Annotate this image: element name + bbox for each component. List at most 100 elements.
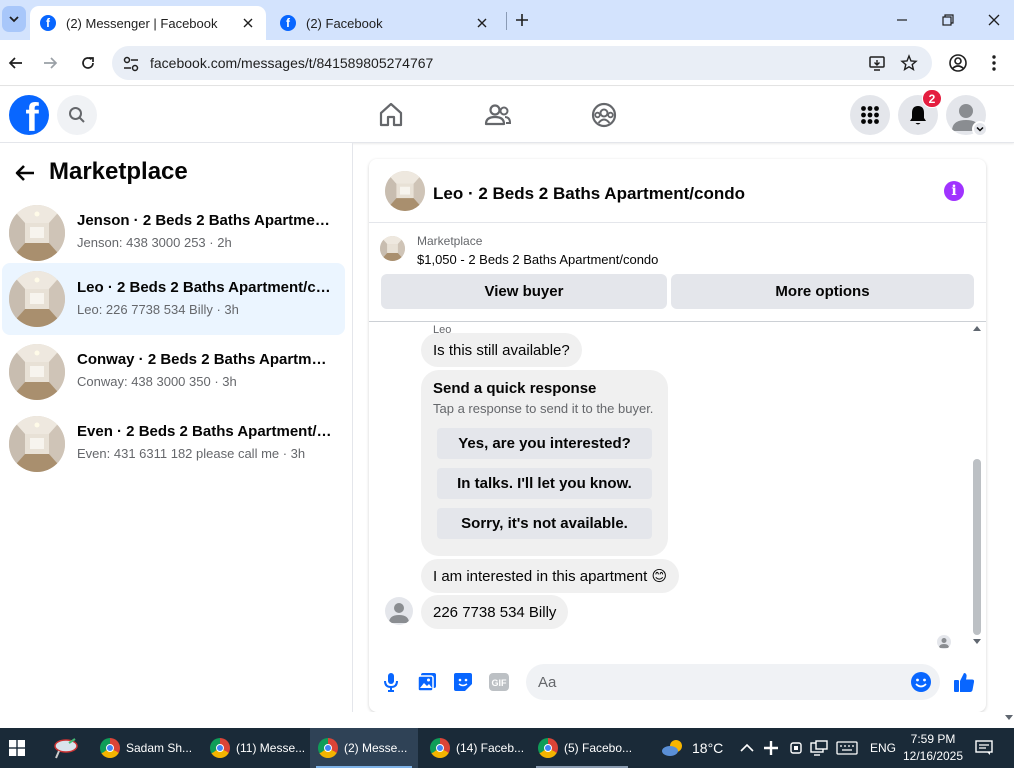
- browser-tab-messenger[interactable]: f (2) Messenger | Facebook: [30, 6, 266, 40]
- quick-response-option[interactable]: Sorry, it's not available.: [437, 508, 652, 539]
- back-arrow-icon[interactable]: [14, 162, 36, 184]
- taskbar-app-chrome[interactable]: (11) Messe...: [202, 728, 308, 768]
- grid-menu-icon: [861, 106, 879, 124]
- page-bottom-gutter: [0, 712, 1014, 728]
- show-hidden-icons-button[interactable]: [740, 728, 754, 768]
- touch-keyboard-icon: [836, 741, 858, 755]
- conversation-item[interactable]: Even · 2 Beds 2 Baths Apartment/condo Ev…: [2, 409, 345, 479]
- minimize-icon: [897, 19, 907, 21]
- seen-indicator-avatar: [937, 635, 951, 649]
- avatar-placeholder-icon: [389, 603, 409, 623]
- conversation-preview: Jenson: 438 3000 253 · 2h: [77, 235, 232, 250]
- emoji-button[interactable]: [910, 671, 932, 693]
- tab-search-button[interactable]: [2, 6, 26, 32]
- scroll-up-arrow-icon[interactable]: [973, 325, 981, 331]
- account-circle-icon: [949, 54, 967, 72]
- view-buyer-button[interactable]: View buyer: [381, 274, 667, 309]
- quick-response-title: Send a quick response: [433, 380, 597, 397]
- more-vertical-icon: [992, 55, 996, 71]
- close-tab-icon[interactable]: [474, 15, 490, 31]
- forward-button[interactable]: [38, 51, 62, 75]
- sticker-button[interactable]: [452, 671, 474, 693]
- account-menu-chevron[interactable]: [972, 121, 988, 137]
- taskbar-app-chrome[interactable]: Sadam Sh...: [92, 728, 198, 768]
- taskbar-app-label: (11) Messe...: [236, 741, 306, 755]
- voice-clip-button[interactable]: [380, 671, 402, 693]
- plus-icon: [516, 14, 528, 26]
- chat-listing-avatar[interactable]: [385, 171, 425, 211]
- taskbar-app-chrome[interactable]: (5) Facebo...: [530, 728, 634, 768]
- tray-icon[interactable]: [763, 728, 779, 768]
- chat-title[interactable]: Leo · 2 Beds 2 Baths Apartment/condo: [433, 184, 745, 204]
- reload-button[interactable]: [76, 51, 100, 75]
- tray-icon[interactable]: [788, 728, 804, 768]
- monitor-network-icon: [810, 740, 828, 756]
- bookmark-star-icon[interactable]: [900, 54, 918, 72]
- message-input[interactable]: [538, 664, 898, 700]
- close-tab-icon[interactable]: [240, 15, 256, 31]
- conversation-item-selected[interactable]: Leo · 2 Beds 2 Baths Apartment/condo Leo…: [2, 263, 345, 335]
- listing-thumbnail: [9, 271, 65, 327]
- pinned-app-button[interactable]: [46, 734, 86, 762]
- address-bar[interactable]: facebook.com/messages/t/841589805274767: [112, 46, 932, 80]
- weather-widget[interactable]: 18°C: [660, 728, 723, 768]
- minimize-button[interactable]: [890, 8, 914, 32]
- language-indicator[interactable]: ENG: [870, 728, 896, 768]
- listing-mini-thumbnail: [380, 236, 405, 261]
- message-composer: GIF: [369, 659, 986, 707]
- clock-time: 7:59 PM: [910, 732, 956, 746]
- chevron-down-icon: [976, 126, 984, 132]
- message-scrollbar[interactable]: [970, 323, 984, 653]
- taskbar-app-chrome-active[interactable]: (2) Messe...: [310, 728, 418, 768]
- tab-title: (2) Facebook: [306, 15, 383, 31]
- facebook-logo-icon[interactable]: f: [9, 95, 49, 135]
- home-icon[interactable]: [377, 101, 405, 129]
- thumbs-up-icon: [954, 673, 975, 692]
- network-icon[interactable]: [810, 728, 828, 768]
- taskbar-app-chrome[interactable]: (14) Faceb...: [422, 728, 528, 768]
- search-button[interactable]: [57, 95, 97, 135]
- scroll-down-arrow-icon[interactable]: [973, 639, 981, 645]
- profile-button[interactable]: [946, 51, 970, 75]
- listing-banner: Marketplace $1,050 - 2 Beds 2 Baths Apar…: [369, 224, 986, 322]
- scrollbar-thumb[interactable]: [973, 459, 981, 635]
- groups-icon[interactable]: [590, 101, 618, 129]
- close-window-button[interactable]: [982, 8, 1006, 32]
- marketplace-conversation-list: Marketplace Jenson · 2 Beds 2 Baths Apar…: [0, 143, 353, 728]
- browser-menu-button[interactable]: [982, 51, 1006, 75]
- quick-response-subtitle: Tap a response to send it to the buyer.: [433, 401, 654, 416]
- microphone-icon: [384, 673, 398, 692]
- friends-icon[interactable]: [484, 101, 512, 129]
- notification-center-button[interactable]: [975, 728, 993, 768]
- conversation-item[interactable]: Jenson · 2 Beds 2 Baths Apartment/condo …: [2, 198, 345, 268]
- menu-button[interactable]: [850, 95, 890, 135]
- browser-tab-facebook[interactable]: f (2) Facebook: [270, 6, 500, 40]
- listing-price-title[interactable]: $1,050 - 2 Beds 2 Baths Apartment/condo: [417, 252, 658, 267]
- conversation-item[interactable]: Conway · 2 Beds 2 Baths Apartment/condo …: [2, 337, 345, 407]
- more-options-button[interactable]: More options: [671, 274, 974, 309]
- site-settings-icon[interactable]: [122, 55, 140, 73]
- photo-icon: [417, 673, 436, 692]
- conversation-title: Conway · 2 Beds 2 Baths Apartment/condo: [77, 351, 332, 368]
- quick-response-option[interactable]: Yes, are you interested?: [437, 428, 652, 459]
- keyboard-icon[interactable]: [836, 728, 858, 768]
- conversation-preview: Even: 431 6311 182 please call me · 3h: [77, 446, 306, 461]
- new-tab-button[interactable]: [512, 10, 532, 30]
- message-input-container[interactable]: [526, 664, 940, 700]
- info-icon[interactable]: i: [944, 181, 964, 201]
- gif-button[interactable]: GIF: [488, 671, 510, 693]
- start-button[interactable]: [0, 728, 34, 768]
- attach-photo-button[interactable]: [416, 671, 438, 693]
- conversation-title: Leo · 2 Beds 2 Baths Apartment/condo: [77, 279, 332, 296]
- install-app-icon[interactable]: [868, 54, 886, 72]
- back-button[interactable]: [4, 51, 28, 75]
- search-icon: [69, 107, 85, 123]
- notification-badge: 2: [922, 89, 942, 108]
- clock[interactable]: 7:59 PM 12/16/2025: [898, 731, 968, 765]
- page-scroll-down-arrow-icon[interactable]: [1005, 715, 1013, 721]
- chrome-icon: [538, 738, 558, 758]
- page-scrollbar[interactable]: [1003, 145, 1014, 728]
- restore-button[interactable]: [936, 8, 960, 32]
- like-send-button[interactable]: [952, 670, 976, 694]
- quick-response-option[interactable]: In talks. I'll let you know.: [437, 468, 652, 499]
